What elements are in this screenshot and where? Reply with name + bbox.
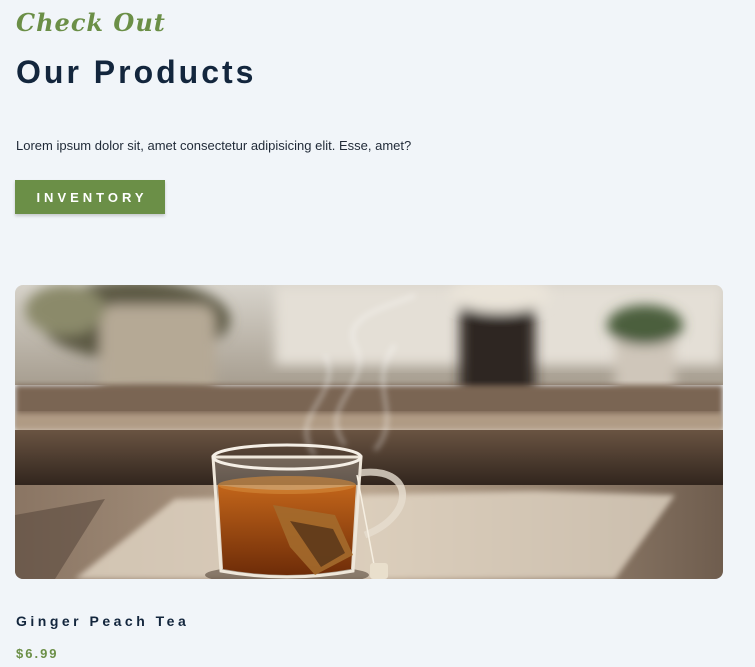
section-description: Lorem ipsum dolor sit, amet consectetur … <box>16 138 412 153</box>
tea-cup-photo-icon <box>15 285 723 579</box>
products-section: Check Out Our Products Lorem ipsum dolor… <box>0 0 755 667</box>
product-price: $6.99 <box>16 646 59 661</box>
inventory-button[interactable]: INVENTORY <box>15 180 165 214</box>
section-eyebrow: Check Out <box>16 8 166 37</box>
product-image[interactable] <box>15 285 723 579</box>
page-title: Our Products <box>16 54 257 90</box>
product-name[interactable]: Ginger Peach Tea <box>16 613 189 629</box>
